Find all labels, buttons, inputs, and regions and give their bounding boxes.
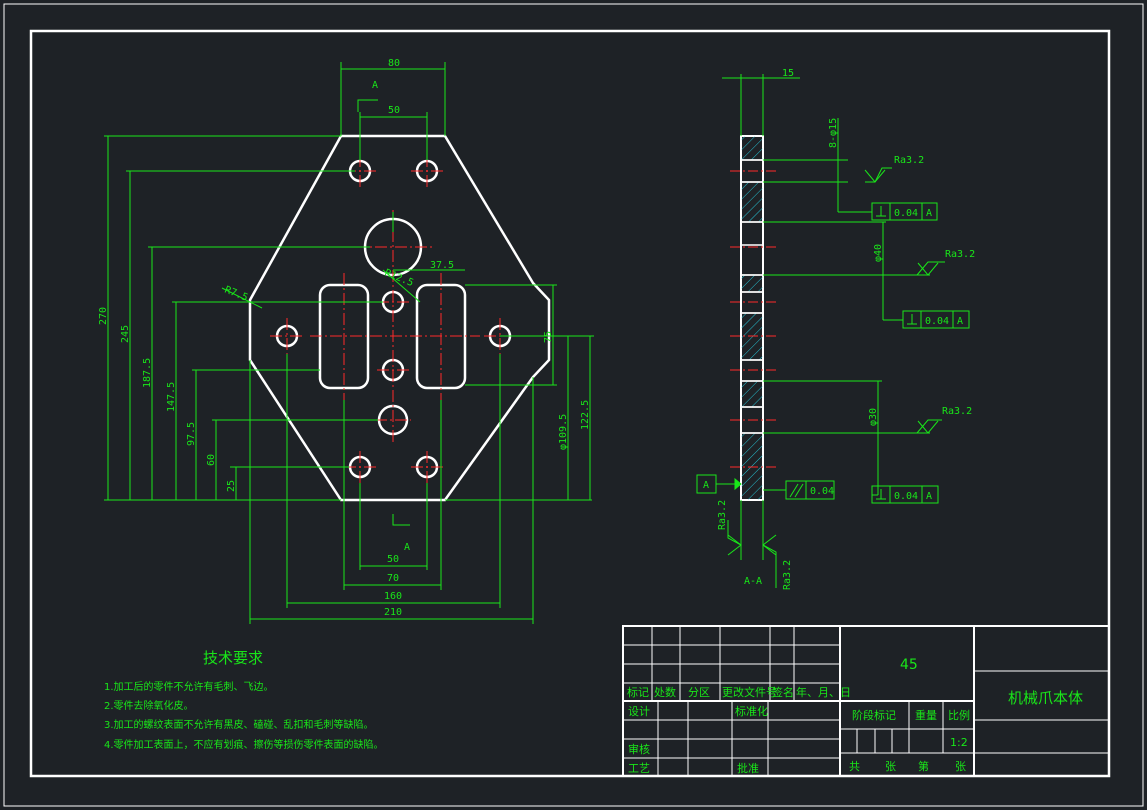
label-standard: 标准化 (735, 704, 768, 718)
tol-1: 0.04 (894, 208, 918, 219)
phi40-dim-lines (763, 221, 945, 321)
hdr-count: 处数 (654, 686, 676, 699)
dim-160: 160 (384, 591, 402, 602)
dim-phi109-5: φ109.5 (558, 414, 569, 450)
dim-50-bottom: 50 (387, 554, 399, 565)
label-scale: 比例 (948, 708, 970, 722)
ra-3: Ra3.2 (942, 406, 972, 417)
tech-title: 技术要求 (203, 649, 263, 667)
part-outline (248, 134, 551, 502)
section-label: A-A (744, 576, 762, 587)
front-view: 80 A 50 270 245 187.5 147.5 97.5 60 25 R… (98, 58, 594, 624)
label-approve: 批准 (737, 761, 759, 775)
tech-item-4: 4.零件加工表面上，不应有划痕、擦伤等损伤零件表面的缺陷。 (104, 738, 384, 751)
parallelism-tol: 0.04 (810, 486, 834, 497)
tech-item-2: 2.零件去除氧化皮。 (104, 699, 194, 712)
material-value: 45 (900, 657, 918, 673)
inner-frame (29, 29, 1111, 778)
dim-60: 60 (206, 454, 217, 466)
sheets-total-label: 共 (849, 760, 860, 773)
datum-2: A (957, 316, 963, 327)
dim-187-5: 187.5 (142, 358, 153, 388)
dim-80: 80 (388, 58, 400, 69)
dim-245: 245 (120, 325, 131, 343)
dim-97-5: 97.5 (186, 422, 197, 446)
ra-left: Ra3.2 (717, 500, 728, 530)
dim-147-5: 147.5 (166, 382, 177, 412)
dim-a-top: A (372, 80, 378, 91)
tech-item-1: 1.加工后的零件不允许有毛刺、飞边。 (104, 680, 274, 693)
dim-a-bottom: A (404, 542, 410, 553)
left-dim-lines (104, 135, 383, 501)
tech-requirements: 技术要求 1.加工后的零件不允许有毛刺、飞边。 2.零件去除氧化皮。 3.加工的… (104, 649, 384, 751)
dim-210: 210 (384, 607, 402, 618)
sheet-num-label: 第 (918, 759, 929, 773)
dim-122-5: 122.5 (580, 400, 591, 430)
phi30-dim-lines (763, 380, 942, 496)
hdr-sign: 签名 (772, 685, 794, 699)
section-hatch (740, 135, 764, 501)
dim-25: 25 (226, 480, 237, 492)
dim-70: 70 (387, 573, 399, 584)
hdr-zone: 分区 (688, 686, 710, 699)
datum-3: A (926, 491, 932, 502)
tech-item-3: 3.加工的螺纹表面不允许有黑皮、磕碰、乱扣和毛刺等缺陷。 (104, 718, 374, 731)
scale-value: 1:2 (950, 736, 968, 749)
tol-2: 0.04 (925, 316, 949, 327)
label-stage-mark: 阶段标记 (852, 708, 896, 722)
bottom-ra-marks (727, 500, 777, 588)
thickness-dim-lines (722, 74, 800, 136)
drawing-sheet: 80 A 50 270 245 187.5 147.5 97.5 60 25 R… (3, 3, 1144, 807)
center-lines (270, 155, 516, 530)
sheet-num-unit: 张 (955, 760, 966, 773)
ra-right: Ra3.2 (782, 560, 793, 590)
label-design: 设计 (628, 705, 650, 718)
hdr-change-doc: 更改文件号 (722, 685, 777, 699)
dim-r7-5: R7.5 (223, 285, 249, 304)
dim-37-5: 37.5 (430, 260, 454, 271)
dim-50-top: 50 (388, 105, 400, 116)
ra-2: Ra3.2 (945, 249, 975, 260)
tol-3: 0.04 (894, 491, 918, 502)
title-block: 标记 处数 分区 更改文件号 签名 年、月、日 设计 标准化 审核 工艺 批准 … (622, 625, 1110, 777)
ra-1: Ra3.2 (894, 155, 924, 166)
dim-15: 15 (782, 68, 794, 79)
label-review: 审核 (628, 742, 650, 756)
datum-1: A (926, 208, 932, 219)
hdr-date: 年、月、日 (796, 685, 851, 699)
label-weight: 重量 (915, 708, 937, 722)
part-name: 机械爪本体 (1008, 689, 1083, 707)
label-process: 工艺 (628, 762, 650, 775)
dim-phi40: φ40 (873, 244, 884, 262)
dim-r12-5: R12.5 (383, 268, 415, 289)
dim-75: 75 (543, 331, 554, 343)
dim-phi30: φ30 (868, 408, 879, 426)
sheets-total-unit: 张 (885, 760, 896, 773)
dim-270: 270 (98, 307, 109, 325)
hdr-mark: 标记 (627, 685, 649, 699)
section-view: 15 8-φ15 Ra3.2 0.04 A φ40 Ra3.2 0.04 A φ… (696, 68, 975, 590)
dim-8-phi15: 8-φ15 (828, 118, 839, 148)
datum-box-a: A (703, 480, 709, 491)
